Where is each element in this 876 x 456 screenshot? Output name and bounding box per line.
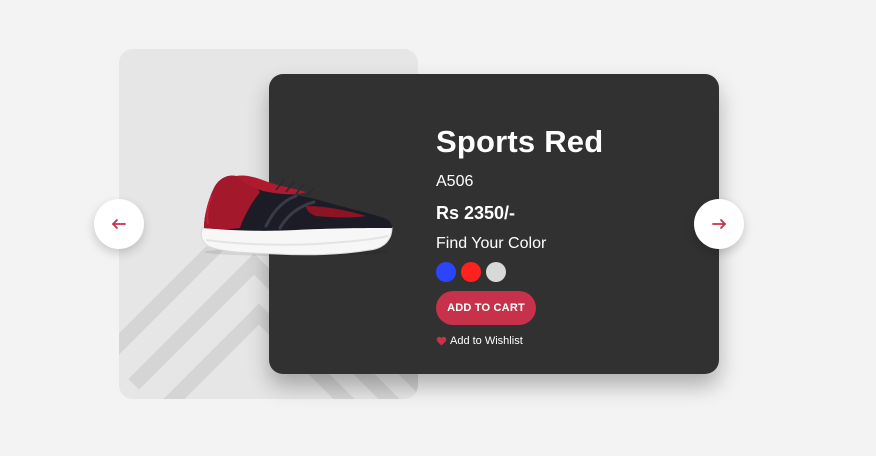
next-button[interactable]: [694, 199, 744, 249]
product-title: Sports Red: [436, 124, 604, 159]
wishlist-label: Add to Wishlist: [450, 335, 523, 347]
color-swatch-gray[interactable]: [486, 262, 506, 282]
heart-icon: [436, 336, 447, 346]
arrow-right-icon: [712, 219, 726, 229]
product-price: Rs 2350/-: [436, 203, 516, 223]
product-image: [200, 175, 393, 256]
product-info: Sports Red A506 Rs 2350/- Find Your Colo…: [436, 124, 603, 282]
previous-button[interactable]: [94, 199, 144, 249]
color-swatch-red[interactable]: [461, 262, 481, 282]
color-swatches: [436, 262, 603, 282]
add-to-cart-button[interactable]: ADD TO CART: [436, 291, 536, 325]
add-to-wishlist-link[interactable]: Add to Wishlist: [436, 335, 523, 347]
color-swatch-blue[interactable]: [436, 262, 456, 282]
product-code: A506: [436, 173, 474, 190]
color-label: Find Your Color: [436, 235, 547, 252]
arrow-left-icon: [112, 219, 126, 229]
